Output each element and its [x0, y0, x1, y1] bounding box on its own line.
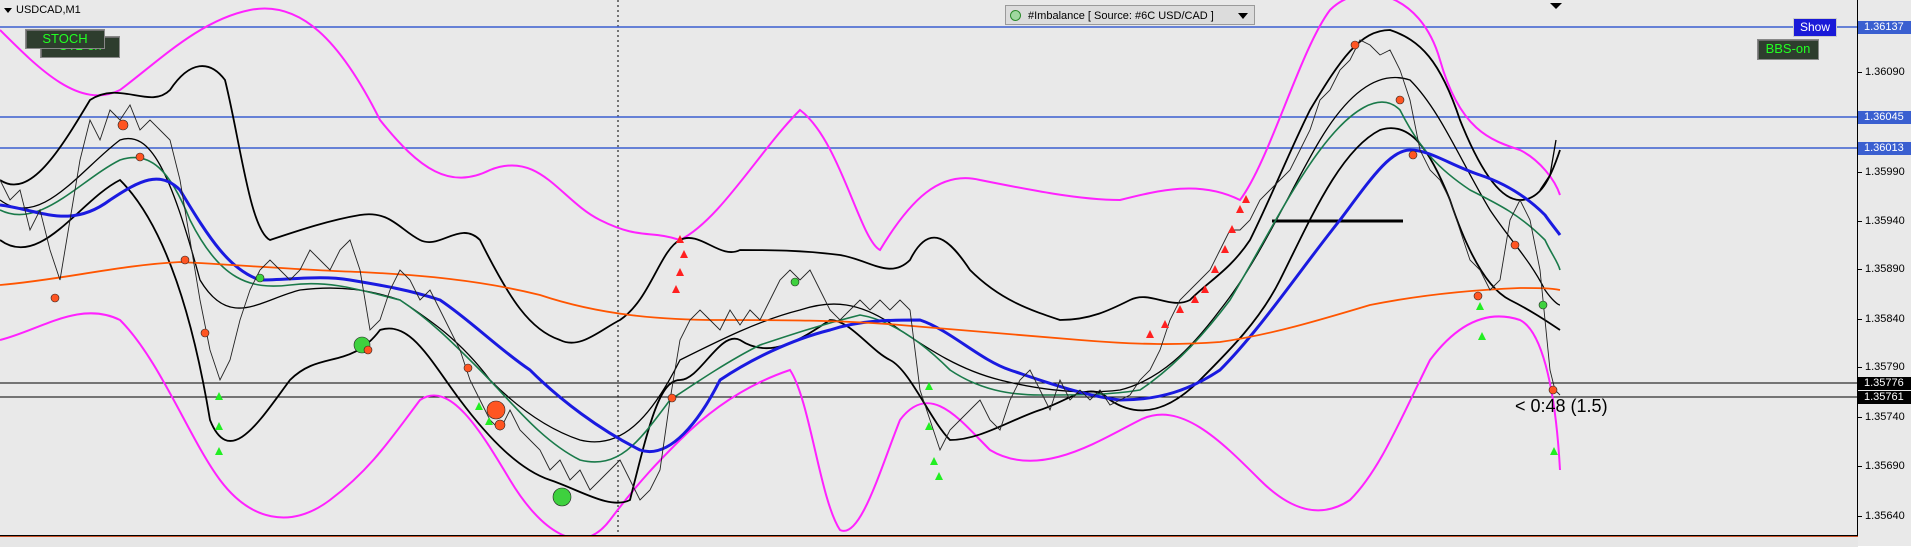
price-tick-label: 1.35740	[1865, 411, 1905, 423]
indicator-dropdown-label: #Imbalance [ Source: #6C USD/CAD ]	[1028, 10, 1214, 22]
signal-dot-orange	[667, 393, 677, 403]
price-tick: 1.35940	[1858, 215, 1911, 227]
level-label: 1.36013	[1858, 142, 1911, 155]
price-tick: 1.35840	[1858, 313, 1911, 325]
price-tick: 1.35990	[1858, 166, 1911, 178]
sell-arrow	[672, 285, 680, 293]
signal-dot-orange	[1408, 150, 1418, 160]
sell-arrow	[1161, 320, 1169, 328]
signal-dot-orange	[463, 363, 473, 373]
signal-dot-green	[1538, 300, 1548, 310]
tick-mark	[1858, 269, 1862, 270]
chevron-down-icon[interactable]	[1238, 13, 1248, 19]
signal-dot-orange	[1395, 95, 1405, 105]
buy-arrow	[1476, 302, 1484, 310]
price-tick-label: 1.36090	[1865, 66, 1905, 78]
price-tick: 1.36090	[1858, 66, 1911, 78]
sell-arrow	[1228, 225, 1236, 233]
sell-arrow	[1236, 205, 1244, 213]
indicator-dropdown[interactable]: #Imbalance [ Source: #6C USD/CAD ]	[1005, 5, 1255, 25]
bid-price-label: 1.35761	[1858, 391, 1911, 404]
time-axis-strip	[0, 536, 1858, 547]
tick-mark	[1858, 417, 1862, 418]
signal-dot-orange	[494, 419, 506, 431]
price-line	[0, 39, 1561, 501]
signal-dot-green	[552, 487, 572, 507]
signal-dot-orange	[486, 400, 506, 420]
buy-arrow	[215, 392, 223, 400]
tick-mark	[1858, 172, 1862, 173]
signal-dot-orange	[1473, 291, 1483, 301]
signal-dot-orange	[50, 293, 60, 303]
show-button[interactable]: Show	[1793, 18, 1837, 37]
signal-dot-orange	[117, 119, 129, 131]
price-tick-label: 1.35990	[1865, 166, 1905, 178]
buy-arrow	[930, 457, 938, 465]
buy-arrow	[215, 447, 223, 455]
signal-dot-green	[790, 277, 800, 287]
price-tick-label: 1.35640	[1865, 510, 1905, 522]
signal-dot-orange	[200, 328, 210, 338]
symbol-label[interactable]: USDCAD,M1	[4, 4, 81, 16]
signal-dot-orange	[1350, 40, 1360, 50]
sell-arrow	[676, 268, 684, 276]
signal-dot-orange	[1510, 240, 1520, 250]
level-label: 1.36045	[1858, 111, 1911, 124]
sell-arrow	[680, 250, 688, 258]
tick-mark	[1858, 516, 1862, 517]
price-tick-label: 1.35890	[1865, 263, 1905, 275]
buy-arrow	[1550, 447, 1558, 455]
dropdown-triangle-icon	[4, 7, 12, 13]
indicator-status-icon	[1010, 10, 1021, 21]
symbol-label-text: USDCAD,M1	[16, 4, 81, 16]
moving-average-fast	[0, 101, 1561, 463]
buy-arrow	[935, 472, 943, 480]
price-tick: 1.35790	[1858, 361, 1911, 373]
ask-price-label: 1.35776	[1858, 377, 1911, 390]
price-tick-label: 1.35790	[1865, 361, 1905, 373]
moving-average-long	[0, 261, 1561, 345]
price-tick-label: 1.35690	[1865, 460, 1905, 472]
price-tick: 1.35740	[1858, 411, 1911, 423]
signal-dot-orange	[135, 152, 145, 162]
tick-mark	[1858, 466, 1862, 467]
price-tick: 1.35640	[1858, 510, 1911, 522]
moving-average-slow	[0, 148, 1562, 453]
signal-dots	[50, 40, 1558, 507]
bollinger-inner-upper	[0, 29, 1561, 344]
signal-dot-orange	[180, 255, 190, 265]
tick-mark	[1858, 319, 1862, 320]
top-marker-icon	[1550, 3, 1562, 9]
level-label: 1.36137	[1858, 21, 1911, 34]
price-chart-area[interactable]: USDCAD,M1 CT2-on STOCH BBS-on Show #Imba…	[0, 0, 1858, 536]
price-tick-label: 1.35940	[1865, 215, 1905, 227]
tick-mark	[1858, 221, 1862, 222]
sell-arrow-cluster	[672, 195, 1250, 338]
bar-countdown: < 0:48 (1.5)	[1515, 396, 1608, 416]
buy-arrow	[1478, 332, 1486, 340]
stoch-button[interactable]: STOCH	[25, 29, 105, 49]
price-tick: 1.35690	[1858, 460, 1911, 472]
signal-dot-orange	[363, 345, 373, 355]
signal-dot-orange	[1548, 385, 1558, 395]
tick-mark	[1858, 72, 1862, 73]
chart-window: USDCAD,M1 CT2-on STOCH BBS-on Show #Imba…	[0, 0, 1911, 547]
tick-mark	[1858, 367, 1862, 368]
price-tick: 1.35890	[1858, 263, 1911, 275]
price-chart	[0, 0, 1857, 535]
buy-arrow	[215, 422, 223, 430]
signal-dot-green	[255, 273, 265, 283]
price-tick-label: 1.35840	[1865, 313, 1905, 325]
bbs-button[interactable]: BBS-on	[1757, 39, 1819, 60]
sell-arrow	[1146, 330, 1154, 338]
